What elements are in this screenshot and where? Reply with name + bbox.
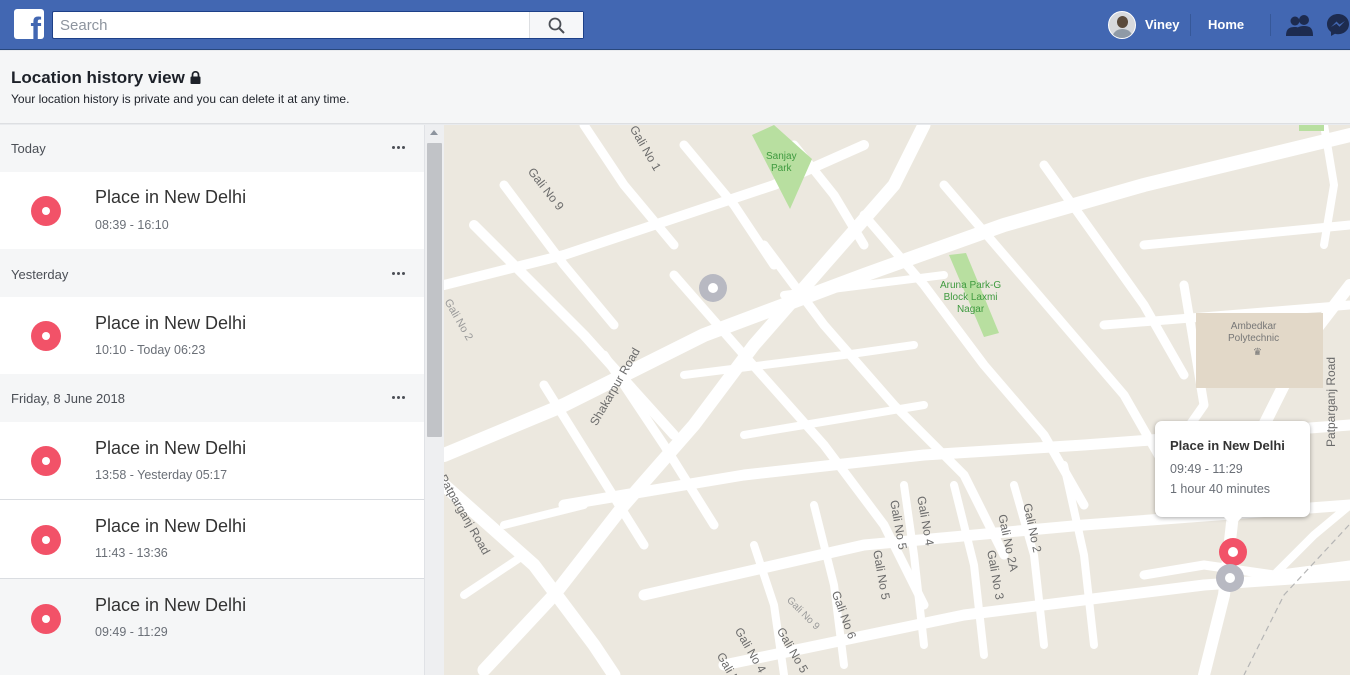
- more-options-button[interactable]: [390, 263, 410, 283]
- place-name: Place in New Delhi: [95, 438, 247, 458]
- more-options-button[interactable]: [390, 137, 410, 157]
- day-label: Today: [11, 141, 46, 156]
- popup-title: Place in New Delhi: [1170, 438, 1285, 453]
- page-subtitle: Your location history is private and you…: [11, 92, 350, 106]
- location-pin-icon: [31, 321, 61, 351]
- place-time: 10:10 - Today 06:23: [95, 343, 206, 357]
- avatar: [1108, 11, 1136, 39]
- place-name: Place in New Delhi: [95, 187, 247, 207]
- more-options-button[interactable]: [390, 387, 410, 407]
- page-title-text: Location history view: [11, 68, 185, 87]
- day-label: Yesterday: [11, 267, 69, 282]
- place-name: Place in New Delhi: [95, 516, 247, 536]
- nav-divider: [1190, 14, 1191, 36]
- popup-time: 09:49 - 11:29: [1170, 462, 1243, 476]
- home-link[interactable]: Home: [1208, 17, 1244, 32]
- lock-icon: [190, 71, 201, 84]
- page-header: Location history view Your location hist…: [0, 51, 1350, 124]
- map-location-pin-selected-icon[interactable]: [1219, 538, 1247, 566]
- nav-divider: [1270, 14, 1271, 36]
- place-time: 11:43 - 13:36: [95, 546, 168, 560]
- friends-icon[interactable]: [1286, 14, 1314, 36]
- search-icon: [548, 17, 565, 34]
- location-pin-icon: [31, 604, 61, 634]
- place-name: Place in New Delhi: [95, 595, 247, 615]
- search-box: [52, 11, 584, 39]
- place-time: 08:39 - 16:10: [95, 218, 169, 232]
- messenger-icon[interactable]: [1326, 13, 1350, 37]
- map-place-popup[interactable]: Place in New Delhi 09:49 - 11:29 1 hour …: [1155, 421, 1310, 527]
- list-item-selected[interactable]: Place in New Delhi 09:49 - 11:29: [0, 578, 424, 658]
- school-icon: ♛: [1253, 347, 1262, 358]
- park-label: Sanjay Park: [766, 151, 797, 174]
- map-location-pin-icon[interactable]: [1216, 564, 1244, 592]
- search-input[interactable]: [53, 12, 529, 38]
- location-map[interactable]: Gali No 1 Gali No 9 Gali No 2 Shakarpur …: [444, 125, 1350, 675]
- poi-label: Ambedkar Polytechnic: [1228, 321, 1280, 344]
- location-pin-icon: [31, 525, 61, 555]
- page-title: Location history view: [11, 68, 201, 88]
- popup-duration: 1 hour 40 minutes: [1170, 482, 1271, 496]
- list-item[interactable]: Place in New Delhi 11:43 - 13:36: [0, 499, 424, 578]
- top-navigation-bar: f Viney Home: [0, 0, 1350, 50]
- location-pin-icon: [31, 196, 61, 226]
- place-name: Place in New Delhi: [95, 313, 247, 333]
- park-label: Aruna Park-G Block Laxmi Nagar: [940, 280, 1002, 315]
- place-time: 09:49 - 11:29: [95, 625, 168, 639]
- map-location-pin-icon[interactable]: [699, 274, 727, 302]
- scroll-up-arrow-icon[interactable]: [430, 130, 438, 135]
- search-button[interactable]: [529, 12, 583, 38]
- day-label: Friday, 8 June 2018: [11, 391, 125, 406]
- list-item[interactable]: Place in New Delhi 08:39 - 16:10: [0, 172, 424, 249]
- list-item[interactable]: Place in New Delhi 13:58 - Yesterday 05:…: [0, 422, 424, 499]
- scrollbar-thumb[interactable]: [427, 143, 442, 437]
- location-pin-icon: [31, 446, 61, 476]
- list-scrollbar[interactable]: [424, 125, 444, 675]
- facebook-logo-icon[interactable]: f: [14, 9, 44, 39]
- map-streets: [444, 125, 1350, 675]
- day-header-yesterday: Yesterday: [0, 249, 424, 296]
- place-time: 13:58 - Yesterday 05:17: [95, 468, 228, 482]
- profile-name: Viney: [1145, 17, 1180, 32]
- location-history-list[interactable]: Today Place in New Delhi 08:39 - 16:10 Y…: [0, 125, 444, 675]
- street-label: Patparganj Road: [1324, 356, 1338, 447]
- list-item[interactable]: Place in New Delhi 10:10 - Today 06:23: [0, 297, 424, 374]
- day-header-friday: Friday, 8 June 2018: [0, 374, 424, 421]
- day-header-today: Today: [0, 125, 424, 172]
